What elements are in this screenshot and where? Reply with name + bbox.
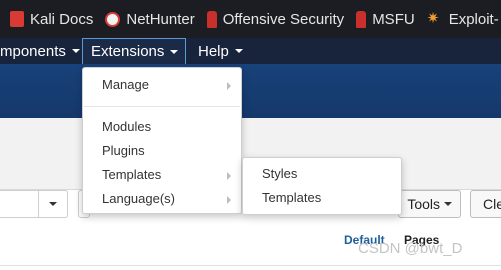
- chevron-down-icon: [234, 49, 243, 53]
- chevron-right-icon: [227, 172, 231, 180]
- filter-select-toggle[interactable]: [38, 190, 68, 218]
- menu-item-label: Language(s): [102, 191, 175, 206]
- nav-extensions-label: Extensions: [91, 43, 165, 60]
- admin-navbar: mponents Extensions Help: [0, 38, 501, 65]
- menu-item-plugins[interactable]: Plugins: [83, 140, 241, 162]
- bookmark-label: Kali Docs: [30, 10, 94, 28]
- menu-item-languages[interactable]: Language(s): [83, 188, 241, 210]
- extensions-dropdown-menu: Manage Modules Plugins Templates Languag…: [82, 67, 242, 214]
- chevron-down-icon: [71, 49, 80, 53]
- chevron-down-icon: [170, 49, 179, 54]
- submenu-item-templates[interactable]: Templates: [243, 187, 401, 209]
- bookmark-label: Offensive Security: [222, 10, 345, 28]
- menu-item-manage[interactable]: Manage: [83, 74, 241, 96]
- nav-help-label: Help: [198, 42, 229, 60]
- bookmark-exploit-db[interactable]: ✷ Exploit-: [427, 11, 499, 28]
- nav-extensions[interactable]: Extensions: [82, 38, 186, 65]
- menu-divider: [84, 106, 240, 107]
- tools-button-label: Tools: [407, 196, 440, 212]
- templates-submenu: Styles Templates: [242, 157, 402, 215]
- menu-item-label: Plugins: [102, 143, 145, 158]
- exploit-db-icon: ✷: [426, 10, 440, 27]
- menu-item-label: Styles: [262, 166, 298, 181]
- page-header: [0, 64, 501, 118]
- menu-item-label: Modules: [102, 119, 152, 134]
- menu-item-label: Templates: [262, 190, 322, 205]
- kali-docs-icon: [10, 11, 24, 27]
- bookmark-label: Exploit-: [448, 10, 499, 28]
- bookmark-label: MSFU: [372, 10, 415, 28]
- nav-components[interactable]: mponents: [0, 38, 88, 64]
- offensive-security-icon: [206, 10, 217, 28]
- menu-item-templates[interactable]: Templates: [83, 164, 241, 186]
- bookmark-offensive-security[interactable]: Offensive Security: [206, 10, 345, 28]
- tools-button[interactable]: Tools: [398, 190, 461, 218]
- menu-item-modules[interactable]: Modules: [83, 116, 241, 138]
- msfu-icon: [356, 10, 367, 28]
- bookmarks-bar: Kali Docs NetHunter Offensive Security M…: [0, 0, 501, 38]
- watermark: CSDN @bwt_D: [358, 240, 463, 257]
- bookmark-nethunter[interactable]: NetHunter: [105, 10, 195, 28]
- chevron-down-icon: [444, 202, 452, 206]
- clear-button[interactable]: Cle: [470, 190, 501, 218]
- nav-components-label: mponents: [0, 42, 66, 60]
- nethunter-icon: [105, 11, 121, 27]
- chevron-down-icon: [49, 202, 57, 206]
- menu-item-label: Templates: [102, 167, 162, 182]
- clear-button-label: Cle: [483, 196, 501, 212]
- chevron-right-icon: [227, 196, 231, 204]
- bookmark-label: NetHunter: [126, 10, 195, 28]
- chevron-right-icon: [227, 82, 231, 90]
- table-divider: [0, 265, 501, 266]
- submenu-item-styles[interactable]: Styles: [243, 163, 401, 185]
- menu-item-label: Manage: [102, 77, 149, 92]
- nav-help[interactable]: Help: [190, 38, 251, 64]
- bookmark-kali-docs[interactable]: Kali Docs: [10, 11, 93, 28]
- bookmark-msfu[interactable]: MSFU: [356, 10, 415, 28]
